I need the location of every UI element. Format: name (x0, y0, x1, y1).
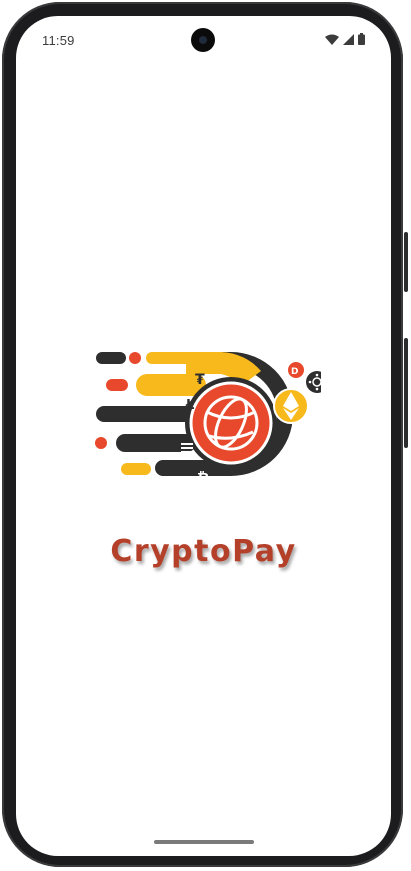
phone-device: 11:59 ₮ Ł ₿ D CryptoPay (0, 0, 411, 871)
splash-screen: 11:59 ₮ Ł ₿ D CryptoPay (16, 16, 391, 856)
status-time: 11:59 (42, 33, 75, 48)
brand-name: CryptoPay (110, 534, 297, 569)
front-camera (191, 28, 215, 52)
battery-icon (358, 33, 365, 45)
status-icons (325, 33, 365, 45)
cryptopay-logo-graphic: ₮ Ł ₿ D (95, 352, 328, 487)
cardano-icon (306, 371, 328, 393)
status-bar: 11:59 (16, 16, 391, 64)
tether-icon: ₮ (195, 372, 205, 388)
svg-text:D: D (291, 367, 298, 377)
ethereum-icon (273, 388, 309, 424)
cell-signal-icon (343, 33, 354, 45)
bitcoin-icon: ₿ (197, 469, 209, 481)
wifi-icon (325, 34, 339, 45)
litecoin-icon: Ł (185, 398, 194, 413)
app-logo: ₮ Ł ₿ D (91, 346, 328, 487)
volume-button (404, 232, 408, 292)
power-button (404, 338, 408, 448)
home-indicator[interactable] (154, 840, 254, 844)
dash-icon: D (288, 362, 304, 378)
